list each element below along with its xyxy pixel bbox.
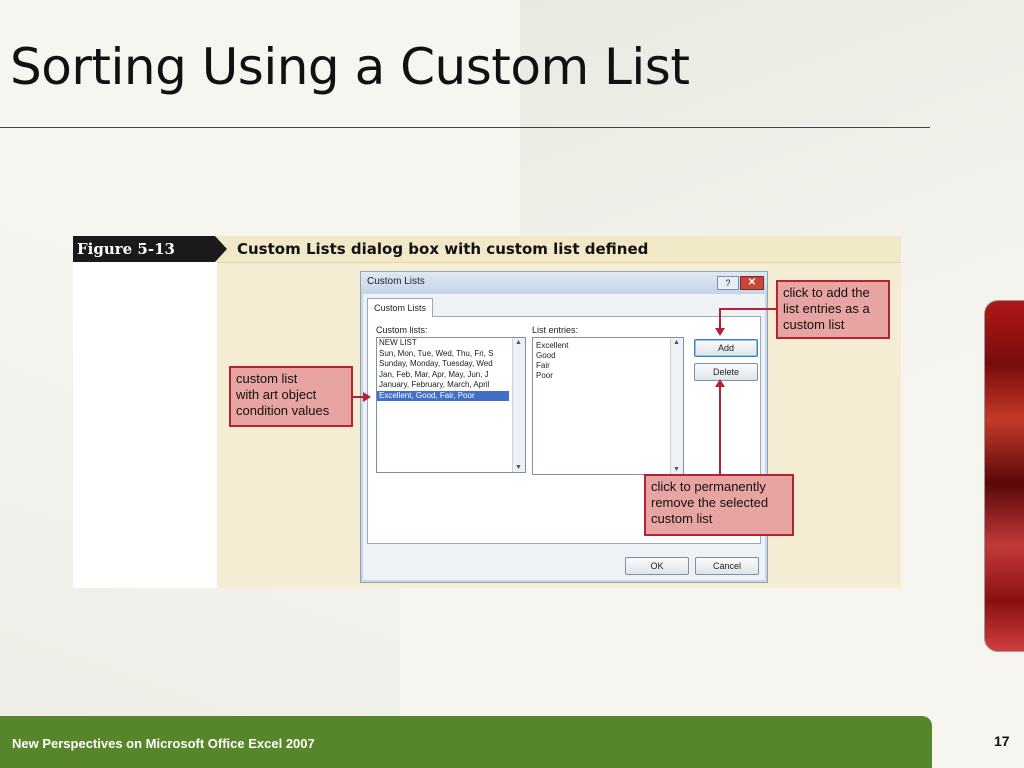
list-item[interactable]: Sunday, Monday, Tuesday, Wed — [377, 359, 509, 370]
entries-scrollbar[interactable]: ▲ ▼ — [670, 338, 683, 474]
add-button[interactable]: Add — [694, 339, 758, 357]
custom-lists-dialog: Custom Lists ? ✕ Custom Lists Custom lis… — [360, 271, 768, 583]
decorative-flower-image — [984, 300, 1024, 652]
callout-line: list entries as a — [783, 301, 870, 316]
list-item[interactable]: NEW LIST — [377, 338, 509, 349]
arrow-down-icon — [715, 328, 725, 336]
entry-line: Poor — [536, 371, 553, 380]
entry-line: Excellent — [536, 341, 569, 350]
callout-line: custom list — [783, 317, 845, 332]
scroll-down-icon[interactable]: ▼ — [515, 464, 522, 471]
custom-lists-label: Custom lists: — [376, 325, 428, 335]
callout-line: click to permanently — [651, 479, 766, 494]
callout-delete: click to permanently remove the selected… — [644, 474, 794, 536]
callout-custom-list: custom list with art object condition va… — [229, 366, 353, 427]
scroll-down-icon[interactable]: ▼ — [673, 466, 680, 473]
callout-connector — [719, 386, 721, 474]
entry-line: Fair — [536, 361, 550, 370]
figure-label: Figure 5-13 — [77, 240, 175, 258]
title-divider — [0, 127, 930, 128]
delete-button[interactable]: Delete — [694, 363, 758, 381]
entry-line: Good — [536, 351, 556, 360]
list-entries-textarea[interactable]: Excellent Good Fair Poor ▲ ▼ — [532, 337, 684, 475]
list-item[interactable]: Jan, Feb, Mar, Apr, May, Jun, J — [377, 370, 509, 381]
dialog-title: Custom Lists — [367, 276, 425, 287]
figure-label-arrow — [215, 236, 227, 262]
scroll-up-icon[interactable]: ▲ — [673, 339, 680, 346]
dialog-titlebar[interactable]: Custom Lists ? ✕ — [361, 272, 767, 294]
footer-text: New Perspectives on Microsoft Office Exc… — [12, 736, 315, 751]
custom-lists-listbox[interactable]: NEW LIST Sun, Mon, Tue, Wed, Thu, Fri, S… — [376, 337, 526, 473]
scroll-up-icon[interactable]: ▲ — [515, 339, 522, 346]
arrow-right-icon — [363, 392, 371, 402]
figure-margin — [73, 262, 217, 588]
tab-custom-lists[interactable]: Custom Lists — [367, 298, 433, 317]
list-item[interactable]: January, February, March, April — [377, 380, 509, 391]
callout-connector — [720, 308, 776, 310]
callout-line: condition values — [236, 403, 330, 418]
close-button[interactable]: ✕ — [740, 276, 764, 290]
figure-caption: Custom Lists dialog box with custom list… — [237, 240, 649, 258]
callout-connector — [719, 308, 721, 330]
figure-label-box: Figure 5-13 — [73, 236, 215, 262]
callout-line: remove the selected — [651, 495, 769, 510]
callout-add: click to add the list entries as a custo… — [776, 280, 890, 339]
list-item[interactable]: Sun, Mon, Tue, Wed, Thu, Fri, S — [377, 349, 509, 360]
callout-line: click to add the — [783, 285, 870, 300]
slide-title: Sorting Using a Custom List — [10, 38, 690, 96]
figure-header: Figure 5-13 Custom Lists dialog box with… — [73, 236, 901, 263]
list-entries-label: List entries: — [532, 325, 579, 335]
list-item-selected[interactable]: Excellent, Good, Fair, Poor — [377, 390, 509, 401]
cancel-button[interactable]: Cancel — [695, 557, 759, 575]
callout-line: custom list — [651, 511, 713, 526]
page-number: 17 — [994, 733, 1010, 749]
help-button[interactable]: ? — [717, 276, 739, 290]
ok-button[interactable]: OK — [625, 557, 689, 575]
footer-bar: New Perspectives on Microsoft Office Exc… — [0, 716, 932, 768]
arrow-up-icon — [715, 379, 725, 387]
custom-lists-scrollbar[interactable]: ▲ ▼ — [512, 338, 525, 472]
callout-line: custom list — [236, 371, 298, 386]
callout-line: with art object — [236, 387, 317, 402]
